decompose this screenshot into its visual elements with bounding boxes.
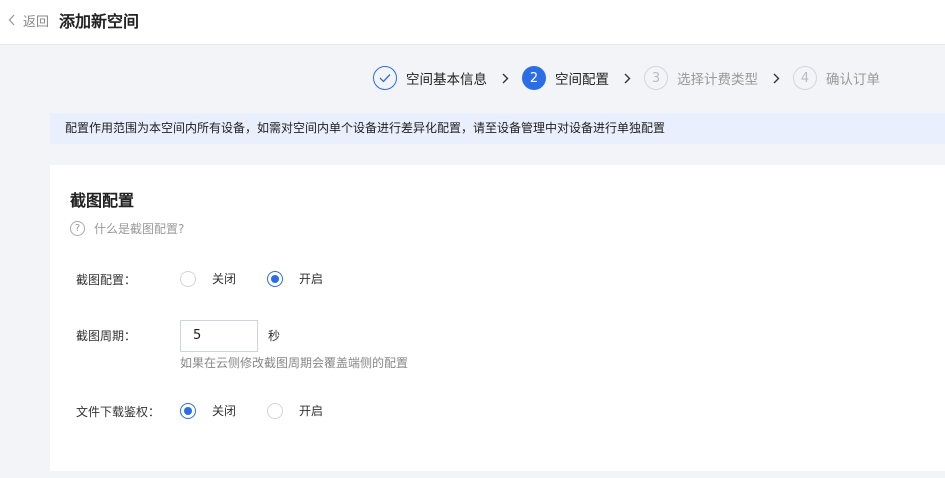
page-title: 添加新空间 [59, 12, 140, 31]
step-number: 2 [522, 66, 546, 90]
screenshot-period-label: 截图周期： [76, 329, 137, 343]
period-hint: 如果在云侧修改截图周期会覆盖端侧的配置 [180, 356, 409, 370]
download-auth-radio-group: 关闭 开启 [180, 402, 323, 419]
step-number: 3 [644, 66, 668, 90]
screenshot-config-radio-group: 关闭 开启 [180, 270, 323, 287]
screenshot-period-input[interactable]: 5 [180, 320, 258, 352]
download-auth-on-radio[interactable] [267, 402, 284, 419]
step-label: 确认订单 [826, 72, 880, 88]
top-bar: 返回 添加新空间 [0, 0, 945, 45]
radio-label: 开启 [299, 272, 324, 286]
help-link[interactable]: ? 什么是截图配置? [70, 220, 184, 237]
screenshot-off-radio[interactable] [180, 270, 196, 287]
card-title: 截图配置 [70, 191, 135, 210]
step-number: 4 [793, 66, 817, 90]
screenshot-config-label: 截图配置： [76, 273, 137, 287]
step-label: 空间配置 [555, 72, 609, 88]
chevron-right-icon [624, 73, 631, 84]
step-done-check-icon [373, 66, 397, 90]
back-button[interactable]: 返回 [8, 11, 50, 30]
step-confirm-order: 4 确认订单 [793, 66, 880, 90]
back-label: 返回 [23, 14, 50, 30]
step-space-config: 2 空间配置 [522, 66, 609, 90]
chevron-left-icon [8, 14, 15, 26]
chevron-right-icon [773, 73, 780, 84]
radio-label: 开启 [299, 404, 324, 418]
chevron-right-icon [502, 73, 509, 84]
step-billing-type: 3 选择计费类型 [644, 66, 758, 90]
notice-banner: 配置作用范围为本空间内所有设备，如需对空间内单个设备进行差异化配置，请至设备管理… [50, 113, 945, 144]
radio-label: 关闭 [212, 272, 237, 286]
step-label: 空间基本信息 [406, 72, 487, 88]
download-auth-label: 文件下载鉴权： [76, 405, 161, 419]
screenshot-on-radio[interactable] [267, 270, 284, 287]
period-unit: 秒 [268, 329, 281, 343]
download-auth-off-radio[interactable] [180, 402, 196, 419]
screenshot-config-card: 截图配置 ? 什么是截图配置? 截图配置： 关闭 开启 截图周期： 5 秒 如果… [50, 165, 945, 471]
radio-label: 关闭 [212, 404, 237, 418]
step-basic-info: 空间基本信息 [373, 66, 487, 90]
stepper: 空间基本信息 2 空间配置 3 选择计费类型 4 确认订单 [373, 65, 880, 91]
help-text: 什么是截图配置? [94, 222, 185, 236]
question-icon: ? [70, 221, 85, 236]
step-label: 选择计费类型 [677, 72, 758, 88]
